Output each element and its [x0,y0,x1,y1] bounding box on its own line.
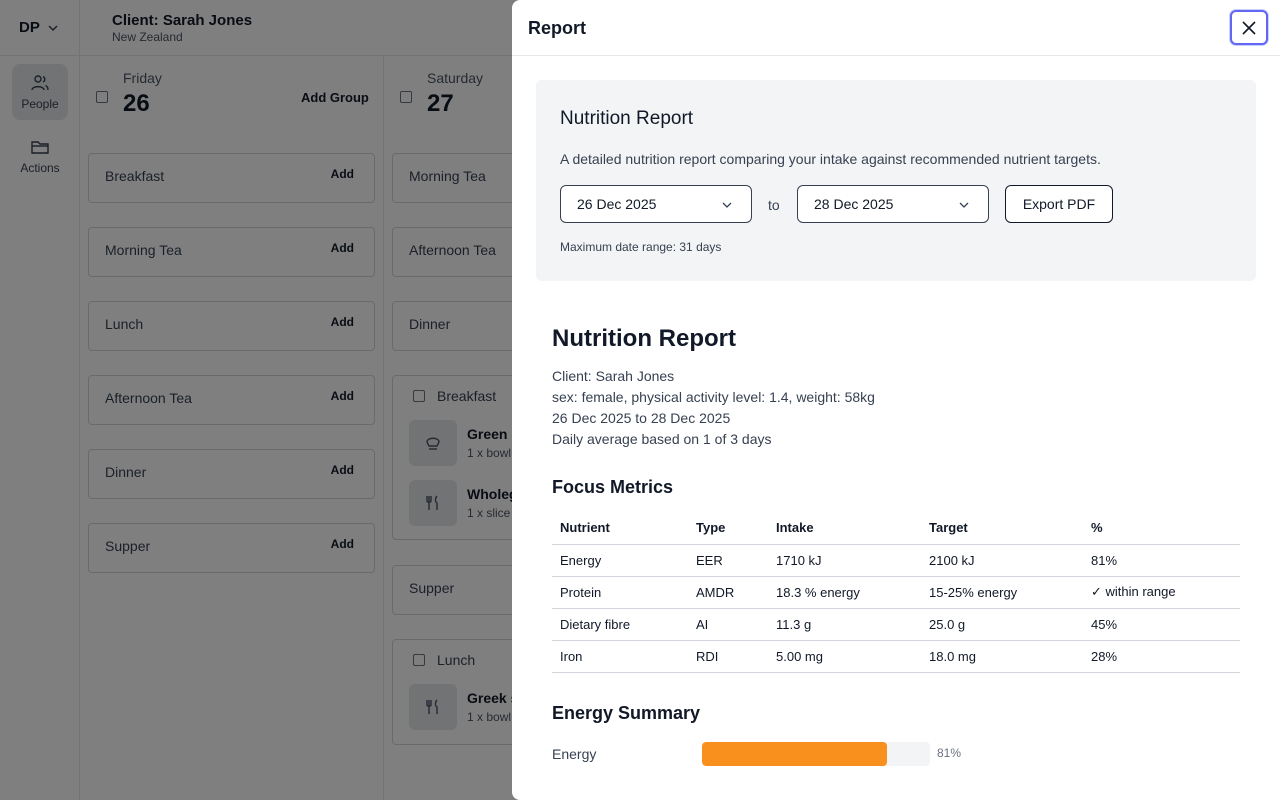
table-cell: 11.3 g [768,608,921,641]
start-date-value: 26 Dec 2025 [577,196,657,212]
column-header: Type [688,516,768,545]
column-header: Intake [768,516,921,545]
chevron-down-icon [959,202,969,208]
panel-description: A detailed nutrition report comparing yo… [560,151,1101,167]
report-title: Nutrition Report [552,325,736,352]
focus-metrics-table: Nutrient Type Intake Target % Energy EER… [552,516,1240,673]
modal-header: Report [512,0,1280,56]
chevron-down-icon [722,202,732,208]
close-button[interactable] [1230,10,1268,45]
table-row: Iron RDI 5.00 mg 18.0 mg 28% [552,640,1240,673]
table-cell: 45% [1083,608,1240,641]
table-cell: Protein [552,576,688,609]
close-icon [1242,20,1256,35]
column-header: % [1083,516,1240,545]
table-cell: Iron [552,640,688,673]
energy-progress-fill [702,742,887,766]
table-cell: EER [688,544,768,577]
date-range-note: Maximum date range: 31 days [560,240,722,254]
report-date-range: 26 Dec 2025 to 28 Dec 2025 [552,410,731,426]
energy-progress-bar [702,742,930,766]
panel-title: Nutrition Report [560,108,694,129]
table-cell: 5.00 mg [768,640,921,673]
column-header: Target [921,516,1083,545]
table-cell: 28% [1083,640,1240,673]
energy-summary-heading: Energy Summary [552,703,701,723]
energy-summary-label: Energy [552,746,597,762]
energy-progress-percent: 81% [937,746,962,760]
table-cell: RDI [688,640,768,673]
table-row: Energy EER 1710 kJ 2100 kJ 81% [552,544,1240,577]
modal-title: Report [528,18,586,38]
table-cell: 25.0 g [921,608,1083,641]
report-profile: sex: female, physical activity level: 1.… [552,389,875,405]
end-date-select[interactable]: 28 Dec 2025 [797,185,989,223]
table-cell: 18.3 % energy [768,576,921,609]
report-average-note: Daily average based on 1 of 3 days [552,431,772,447]
report-content: Nutrition Report Client: Sarah Jones sex… [552,325,1240,766]
date-range-separator: to [768,197,780,213]
report-options-panel: Nutrition Report A detailed nutrition re… [536,80,1256,281]
table-cell: 2100 kJ [921,544,1083,577]
table-cell: AI [688,608,768,641]
start-date-select[interactable]: 26 Dec 2025 [560,185,752,223]
table-cell: 1710 kJ [768,544,921,577]
table-cell: 81% [1083,544,1240,577]
report-client: Client: Sarah Jones [552,368,675,384]
export-pdf-button[interactable]: Export PDF [1005,185,1113,223]
table-cell: 18.0 mg [921,640,1083,673]
table-row: Dietary fibre AI 11.3 g 25.0 g 45% [552,608,1240,641]
table-cell: ✓ within range [1083,576,1240,609]
table-cell: 15-25% energy [921,576,1083,609]
table-cell: Dietary fibre [552,608,688,641]
table-cell: Energy [552,544,688,577]
report-modal: Report Nutrition Report A detailed nutri… [512,0,1280,800]
table-row: Protein AMDR 18.3 % energy 15-25% energy… [552,576,1240,609]
table-header-row: Nutrient Type Intake Target % [552,516,1240,545]
end-date-value: 28 Dec 2025 [814,196,894,212]
table-cell: AMDR [688,576,768,609]
focus-metrics-heading: Focus Metrics [552,477,674,497]
column-header: Nutrient [552,516,688,545]
